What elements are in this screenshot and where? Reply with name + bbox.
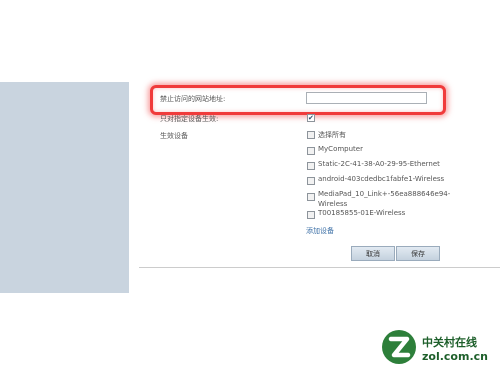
device-checkbox[interactable]	[307, 177, 315, 185]
zol-logo-icon	[382, 330, 416, 364]
device-label: T00185855-01E-Wireless	[318, 209, 406, 217]
device-label-continued: Wireless	[318, 200, 348, 208]
device-checkbox[interactable]	[307, 211, 315, 219]
left-side-panel	[0, 82, 129, 293]
only-specified-devices-checkbox[interactable]	[307, 113, 315, 123]
zol-name-chinese: 中关村在线	[422, 336, 477, 349]
device-checkbox[interactable]	[307, 147, 315, 155]
red-highlight-annotation	[150, 85, 446, 115]
device-label: MyComputer	[318, 145, 363, 153]
zol-watermark-logo: 中关村在线 zol.com.cn	[382, 330, 492, 368]
device-label: Static-2C-41-38-A0-29-95-Ethernet	[318, 160, 440, 168]
add-device-link[interactable]: 添加设备	[306, 226, 334, 236]
select-all-label: 选择所有	[318, 131, 346, 139]
device-label: android-403cdedbc1fabfe1-Wireless	[318, 175, 445, 183]
only-specified-devices-label: 只对指定设备生效:	[160, 115, 219, 123]
form-divider	[139, 267, 500, 268]
select-all-checkbox[interactable]	[307, 131, 315, 139]
cancel-button[interactable]: 取消	[351, 246, 395, 261]
save-button[interactable]: 保存	[396, 246, 440, 261]
device-checkbox[interactable]	[307, 162, 315, 170]
zol-name-english: zol.com.cn	[422, 350, 488, 363]
effective-devices-label: 生效设备	[160, 132, 188, 140]
device-label: MediaPad_10_Link+-56ea888646e94-	[318, 190, 451, 198]
device-checkbox[interactable]	[307, 193, 315, 201]
